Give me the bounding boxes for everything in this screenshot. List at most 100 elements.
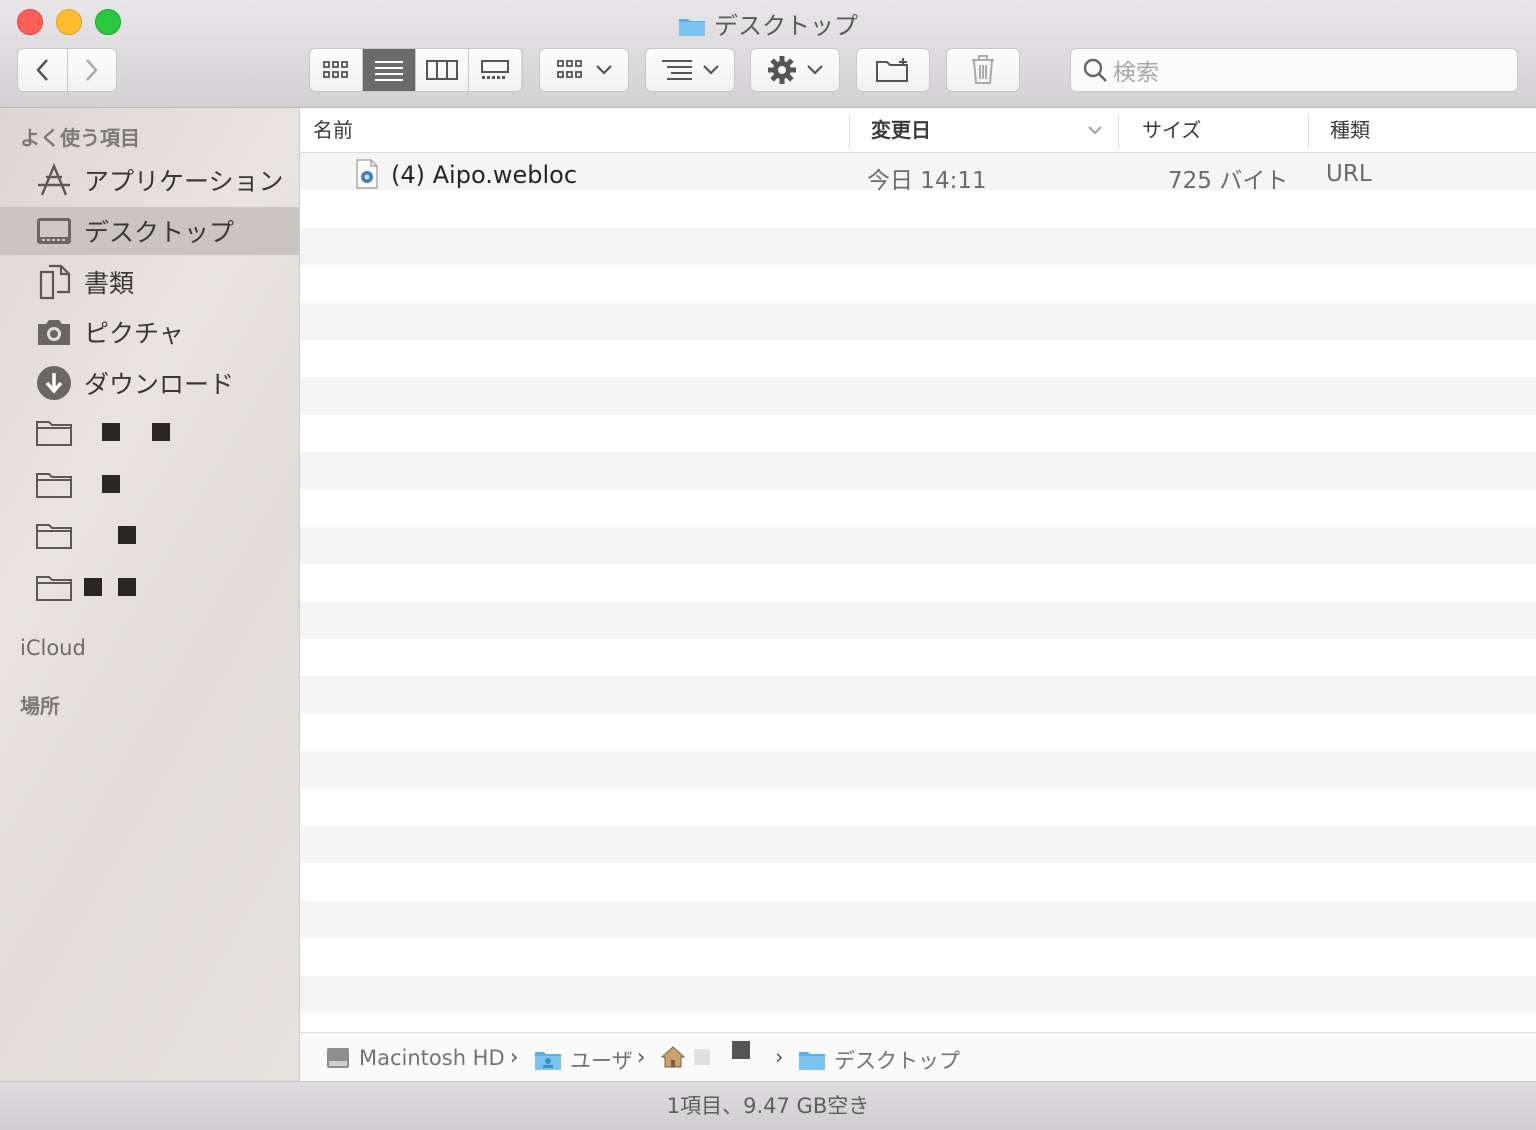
group-by-button[interactable]	[539, 48, 629, 92]
empty-row	[300, 826, 1536, 864]
folder-icon	[36, 414, 72, 450]
chevron-down-icon	[807, 65, 823, 75]
file-size: 725 バイト	[1168, 168, 1289, 194]
webloc-file-icon	[356, 159, 378, 189]
sidebar-item-label: ピクチャ	[84, 319, 184, 348]
columns-icon	[426, 60, 458, 80]
file-modified: 今日 14:11	[867, 168, 987, 194]
empty-row	[300, 601, 1536, 640]
path-bar: Macintosh HD › ユーザ › › デスクトップ	[300, 1032, 1536, 1082]
file-name: (4) Aipo.webloc	[391, 161, 578, 189]
column-size[interactable]: サイズ	[1142, 108, 1201, 152]
search-field[interactable]: 検索	[1070, 48, 1518, 92]
gallery-icon	[481, 60, 509, 79]
applications-icon	[36, 162, 72, 198]
path-label: ユーザ	[570, 1049, 633, 1073]
redacted-label	[694, 1049, 710, 1065]
sidebar-item-folder[interactable]	[0, 408, 299, 456]
empty-row	[300, 564, 1536, 602]
redacted-label	[102, 475, 120, 493]
empty-row	[300, 863, 1536, 901]
empty-row	[300, 377, 1536, 415]
folder-icon	[36, 466, 72, 502]
column-name[interactable]: 名前	[313, 108, 353, 152]
path-item-users[interactable]: ユーザ	[534, 1045, 633, 1075]
sidebar: よく使う項目 アプリケーション デスクトップ 書類 ピクチャ ダウンロード iC…	[0, 108, 300, 1081]
empty-row	[300, 302, 1536, 340]
hard-disk-icon	[327, 1048, 349, 1068]
gear-icon	[768, 56, 796, 84]
delete-button[interactable]	[946, 48, 1020, 92]
documents-icon	[36, 264, 72, 300]
empty-row	[300, 938, 1536, 976]
empty-row	[300, 452, 1536, 490]
sidebar-item-folder[interactable]	[0, 563, 299, 611]
empty-row	[300, 1012, 1536, 1032]
sidebar-item-documents[interactable]: 書類	[0, 258, 299, 306]
chevron-right-icon	[85, 59, 98, 81]
folder-icon	[36, 517, 72, 553]
sidebar-item-label: 書類	[84, 269, 135, 298]
path-item-home[interactable]	[660, 1041, 750, 1069]
empty-row	[300, 265, 1536, 303]
list-view-button[interactable]	[363, 49, 416, 91]
sidebar-item-folder[interactable]	[0, 511, 299, 559]
path-item-disk[interactable]: Macintosh HD	[325, 1045, 505, 1071]
sidebar-item-desktop[interactable]: デスクトップ	[0, 207, 299, 255]
window-title-text: デスクトップ	[714, 12, 858, 40]
redacted-label	[118, 526, 136, 544]
view-mode-control	[309, 48, 523, 92]
home-icon	[660, 1046, 686, 1068]
download-icon	[36, 365, 72, 401]
empty-row	[300, 190, 1536, 228]
empty-row	[300, 489, 1536, 527]
list-icon	[375, 61, 403, 81]
action-button[interactable]	[750, 48, 840, 92]
folder-icon	[799, 1052, 825, 1070]
column-view-button[interactable]	[416, 49, 469, 91]
forward-button[interactable]	[67, 49, 116, 91]
sidebar-item-label: ダウンロード	[84, 370, 235, 399]
path-label: デスクトップ	[834, 1049, 960, 1073]
finder-window: デスクトップ 検索 よく使う項目 アプリケーション デスクトップ 書類 ピクチャ…	[0, 0, 1536, 1130]
path-item-desktop[interactable]: デスクトップ	[798, 1045, 960, 1075]
redacted-label	[84, 578, 102, 596]
path-separator-icon: ›	[510, 1045, 519, 1069]
column-kind[interactable]: 種類	[1330, 108, 1370, 152]
row-stripes	[300, 153, 1536, 1032]
trash-icon	[972, 55, 994, 84]
sidebar-item-downloads[interactable]: ダウンロード	[0, 359, 299, 407]
sidebar-item-folder[interactable]	[0, 460, 299, 508]
sidebar-item-label: アプリケーション	[84, 167, 284, 196]
new-folder-button[interactable]	[856, 48, 930, 92]
column-divider	[1308, 114, 1309, 148]
grid-icon	[557, 60, 582, 78]
empty-row	[300, 339, 1536, 378]
file-list: 名前 変更日 サイズ 種類 (4) Aipo.webloc 今日 14:11 7…	[300, 108, 1536, 1032]
sort-button[interactable]	[645, 48, 735, 92]
file-kind: URL	[1326, 161, 1372, 187]
search-placeholder: 検索	[1113, 60, 1159, 86]
sidebar-item-pictures[interactable]: ピクチャ	[0, 308, 299, 356]
empty-row	[300, 676, 1536, 714]
empty-row	[300, 713, 1536, 752]
empty-row	[300, 788, 1536, 827]
column-modified[interactable]: 変更日	[871, 108, 931, 152]
icloud-heading[interactable]: iCloud	[20, 636, 86, 660]
favorites-heading: よく使う項目	[20, 126, 140, 150]
sidebar-item-applications[interactable]: アプリケーション	[0, 156, 299, 204]
empty-row	[300, 975, 1536, 1013]
empty-row	[300, 414, 1536, 453]
back-button[interactable]	[18, 49, 68, 91]
gallery-view-button[interactable]	[469, 49, 521, 91]
folder-icon	[36, 569, 72, 605]
sort-chevron-icon	[1088, 126, 1102, 135]
sort-list-icon	[662, 60, 692, 80]
folder-icon	[679, 19, 705, 36]
path-label: Macintosh HD	[359, 1046, 505, 1070]
empty-row	[300, 900, 1536, 939]
icon-view-button[interactable]	[310, 49, 363, 91]
locations-heading[interactable]: 場所	[20, 690, 60, 719]
users-folder-icon	[535, 1052, 561, 1070]
file-row[interactable]: (4) Aipo.webloc 今日 14:11 725 バイト URL	[300, 155, 1536, 195]
